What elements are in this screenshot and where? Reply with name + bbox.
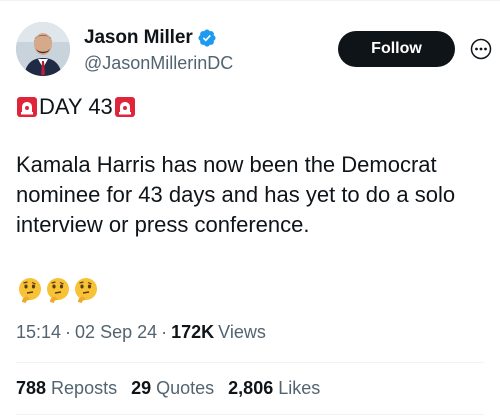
siren-icon	[16, 96, 38, 118]
engagement-stats: 788 Reposts 29 Quotes 2,806 Likes	[16, 378, 334, 399]
likes-stat[interactable]: 2,806 Likes	[228, 378, 320, 399]
display-name[interactable]: Jason Miller	[84, 27, 193, 49]
reposts-stat[interactable]: 788 Reposts	[16, 378, 117, 399]
day-line: DAY 43	[16, 92, 486, 122]
tweet-header: Jason Miller @JasonMillerinDC Follow	[16, 22, 492, 78]
more-icon[interactable]	[468, 36, 494, 62]
quotes-count: 29	[131, 378, 152, 398]
meta-separator: ·	[65, 322, 72, 342]
author-handle[interactable]: @JasonMillerinDC	[84, 53, 233, 74]
reposts-label: Reposts	[51, 378, 118, 398]
thinking-face-icon	[16, 276, 44, 304]
likes-label: Likes	[278, 378, 321, 398]
meta-divider	[16, 362, 484, 363]
tweet-text: Kamala Harris has now been the Democrat …	[16, 152, 456, 237]
avatar[interactable]	[16, 22, 70, 76]
tweet-meta: 15:14 · 02 Sep 24 · 172K Views	[16, 322, 266, 343]
day-label: DAY 43	[39, 94, 113, 119]
views-count: 172K	[171, 322, 215, 342]
views-label: Views	[218, 322, 266, 342]
tweet-time[interactable]: 15:14	[16, 322, 61, 343]
siren-icon	[114, 96, 136, 118]
top-divider	[0, 0, 500, 1]
verified-badge-icon	[197, 28, 217, 48]
follow-button[interactable]: Follow	[338, 31, 455, 67]
author-names: Jason Miller @JasonMillerinDC	[84, 26, 233, 74]
thinking-face-icon	[44, 276, 72, 304]
stats-divider	[16, 414, 484, 415]
emoji-row	[16, 276, 100, 304]
tweet-day-line-container: DAY 43	[16, 92, 486, 122]
meta-separator: ·	[161, 322, 168, 342]
reposts-count: 788	[16, 378, 47, 398]
likes-count: 2,806	[228, 378, 274, 398]
quotes-stat[interactable]: 29 Quotes	[131, 378, 214, 399]
tweet-date[interactable]: 02 Sep 24	[75, 322, 157, 343]
display-name-row: Jason Miller	[84, 26, 233, 50]
quotes-label: Quotes	[156, 378, 215, 398]
thinking-face-icon	[72, 276, 100, 304]
